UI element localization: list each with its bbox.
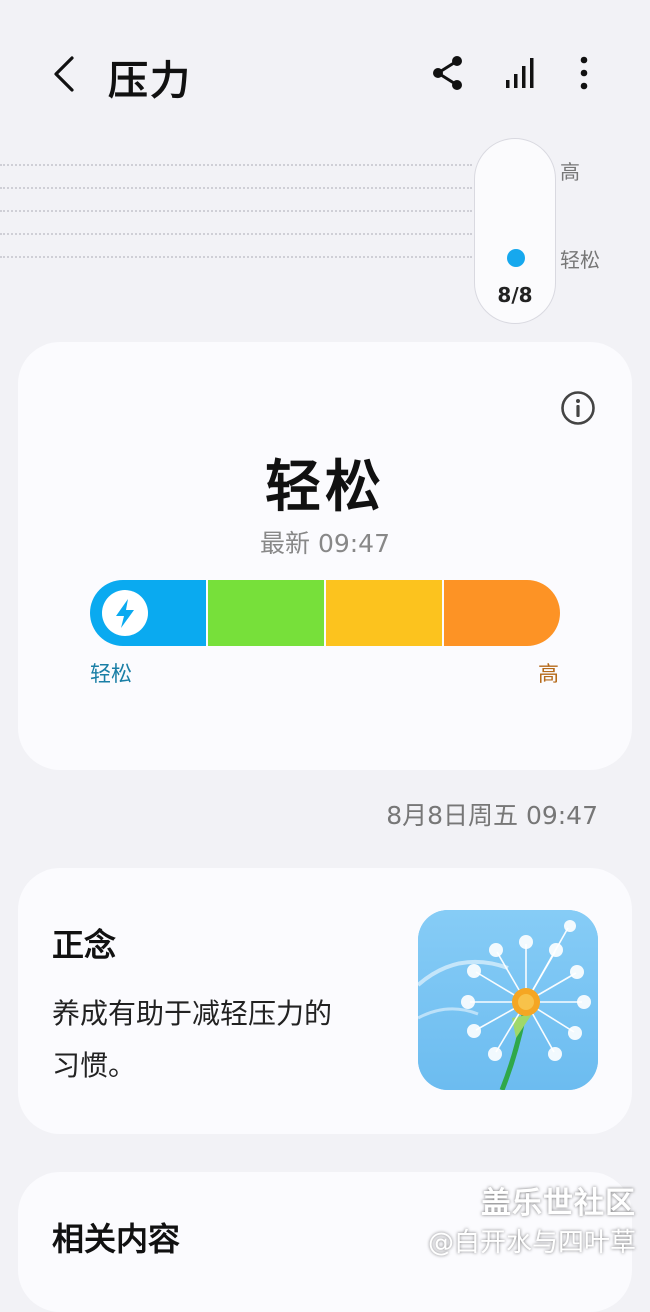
mindfulness-title: 正念: [52, 926, 117, 964]
scale-label-high: 高: [560, 160, 580, 184]
mindfulness-description: 养成有助于减轻压力的习惯。: [52, 997, 333, 1082]
grid-line: [0, 233, 472, 235]
dandelion-thumbnail[interactable]: [418, 910, 598, 1090]
related-content-title: 相关内容: [52, 1220, 181, 1258]
grid-line: [0, 187, 472, 189]
watermark-author: @白开水与四叶草: [427, 1228, 636, 1258]
lightning-icon: [116, 599, 134, 628]
grid-line: [0, 210, 472, 212]
app-header: 压力: [0, 0, 650, 140]
dandelion-icon: [418, 910, 598, 1090]
back-icon[interactable]: [44, 52, 84, 96]
selected-day-pill[interactable]: 8/8: [474, 138, 556, 324]
share-icon[interactable]: [428, 52, 468, 94]
scale-label-low: 轻松: [560, 248, 600, 272]
more-icon[interactable]: [564, 52, 604, 94]
grid-line: [0, 256, 472, 258]
selected-date: 8/8: [497, 283, 533, 307]
mindfulness-card[interactable]: 正念 养成有助于减轻压力的习惯。: [18, 868, 632, 1134]
bar-label-high: 高: [538, 662, 559, 686]
current-level-indicator: [102, 590, 148, 636]
info-icon[interactable]: [560, 390, 596, 426]
stress-level-marker: [507, 249, 525, 267]
latest-measurement: 最新 09:47: [260, 529, 390, 558]
segment-medium: [326, 580, 442, 646]
segment-low: [208, 580, 324, 646]
chart-icon[interactable]: [500, 52, 540, 94]
stress-state: 轻松: [265, 455, 385, 520]
grid-line: [0, 164, 472, 166]
measurement-timestamp: 8月8日周五 09:47: [386, 801, 598, 830]
stress-summary-card: 轻松 最新 09:47 轻松 高: [18, 342, 632, 770]
watermark-community: 盖乐世社区: [481, 1186, 636, 1221]
bar-label-low: 轻松: [90, 662, 132, 686]
segment-high: [444, 580, 560, 646]
stress-level-bar: [90, 580, 560, 646]
page-title: 压力: [108, 58, 192, 104]
